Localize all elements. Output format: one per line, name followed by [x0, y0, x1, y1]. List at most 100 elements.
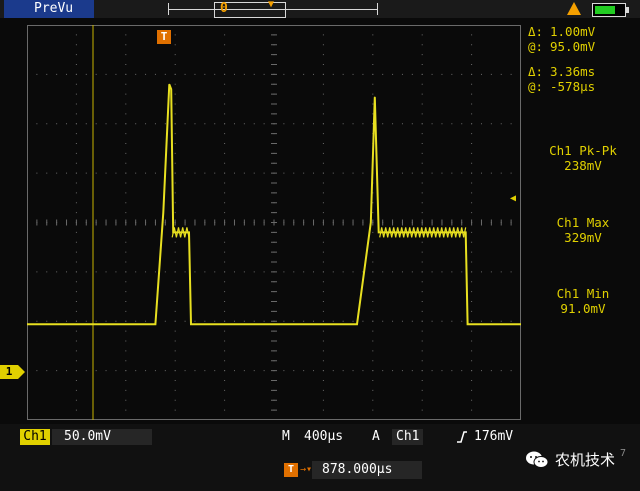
grid-dot: [125, 34, 127, 36]
measurement-max-value: 329mV: [564, 230, 602, 245]
grid-dot: [372, 399, 374, 401]
trigger-level-arrow-icon: ◀: [510, 193, 517, 204]
grid-dot: [421, 143, 423, 144]
grid-dot: [125, 350, 127, 352]
grid-dot: [105, 320, 107, 322]
grid-dot: [174, 399, 176, 401]
grid-dot: [500, 73, 502, 75]
grid-dot: [75, 330, 77, 332]
grid-dot: [36, 271, 38, 273]
grid-dot: [372, 44, 374, 46]
grid-dot: [243, 320, 245, 322]
grid-dot: [174, 261, 176, 263]
grid-dot: [322, 64, 324, 65]
grid-dot: [56, 123, 58, 125]
grid-dot: [342, 370, 344, 372]
grid-dot: [471, 389, 473, 391]
grid-dot: [322, 113, 324, 115]
grid-dot: [372, 251, 374, 253]
grid-dot: [372, 310, 374, 312]
grid-dot: [352, 123, 354, 125]
grid-dot: [194, 172, 196, 174]
trace-point: [370, 221, 372, 224]
grid-dot: [204, 271, 206, 273]
grid-dot: [75, 409, 77, 411]
battery-icon: [592, 3, 629, 17]
grid-dot: [471, 409, 473, 411]
grid-dot: [174, 113, 176, 115]
grid-dot: [145, 123, 147, 125]
grid-dot: [75, 370, 77, 372]
channel-label[interactable]: Ch1: [20, 429, 50, 445]
trace-point: [467, 323, 469, 325]
grid-dot: [342, 172, 344, 174]
channel-1-ground-marker[interactable]: 1: [0, 365, 25, 379]
grid-dot: [46, 123, 48, 125]
grid-dot: [184, 271, 186, 273]
grid-dot: [461, 271, 463, 273]
grid-dot: [224, 123, 226, 125]
grid-dot: [75, 172, 77, 174]
trace-point: [208, 323, 210, 325]
grid-dot: [372, 370, 374, 372]
grid-dot: [253, 123, 255, 125]
grid-dot: [461, 172, 463, 174]
grid-dot: [224, 172, 226, 174]
grid-dot: [174, 370, 176, 372]
grid-dot: [283, 123, 285, 125]
grid-dot: [392, 320, 394, 322]
grid-dot: [204, 370, 206, 372]
grid-dot: [500, 320, 502, 322]
grid-dot: [224, 409, 226, 411]
grid-dot: [125, 44, 127, 46]
grid-dot: [382, 370, 384, 372]
grid-dot: [471, 172, 473, 174]
grid-dot: [224, 83, 226, 85]
rising-edge-icon: [457, 431, 467, 443]
grid-dot: [451, 123, 453, 125]
grid-dot: [194, 320, 196, 322]
grid-dot: [125, 320, 127, 322]
grid-dot: [224, 143, 226, 144]
grid-dot: [224, 113, 226, 115]
grid-dot: [352, 73, 354, 75]
grid-dot: [322, 212, 324, 214]
grid-dot: [411, 320, 413, 322]
grid-dot: [174, 152, 176, 154]
grid-dot: [174, 301, 176, 302]
grid-dot: [392, 73, 394, 75]
grid-dot: [372, 409, 374, 411]
record-end-tick: [377, 3, 378, 15]
grid-dot: [174, 64, 176, 65]
grid-dot: [313, 73, 315, 75]
grid-dot: [95, 172, 97, 174]
grid-dot: [105, 370, 107, 372]
grid-dot: [372, 34, 374, 36]
grid-dot: [105, 172, 107, 174]
grid-dot: [480, 73, 482, 75]
grid-dot: [75, 340, 77, 342]
grid-dot: [75, 231, 77, 233]
grid-dot: [421, 83, 423, 85]
grid-dot: [224, 291, 226, 293]
grid-dot: [372, 360, 374, 362]
grid-dot: [322, 241, 324, 243]
grid-dot: [471, 399, 473, 401]
trace-point: [356, 323, 358, 325]
grid-dot: [95, 271, 97, 273]
grid-dot: [224, 44, 226, 46]
record-trigger-marker: 0: [220, 1, 228, 16]
grid-dot: [46, 320, 48, 322]
grid-dot: [510, 320, 512, 322]
grid-dot: [174, 409, 176, 411]
cursor-voltage-at: @: 95.0mV: [528, 39, 596, 54]
grid-dot: [224, 320, 226, 322]
grid-dot: [233, 123, 235, 125]
grid-dot: [362, 172, 364, 174]
grid-dot: [125, 83, 127, 85]
grid-dot: [490, 370, 492, 372]
grid-dot: [125, 103, 127, 105]
grid-dot: [125, 162, 127, 164]
grid-dot: [510, 73, 512, 75]
grid-dot: [174, 202, 176, 204]
